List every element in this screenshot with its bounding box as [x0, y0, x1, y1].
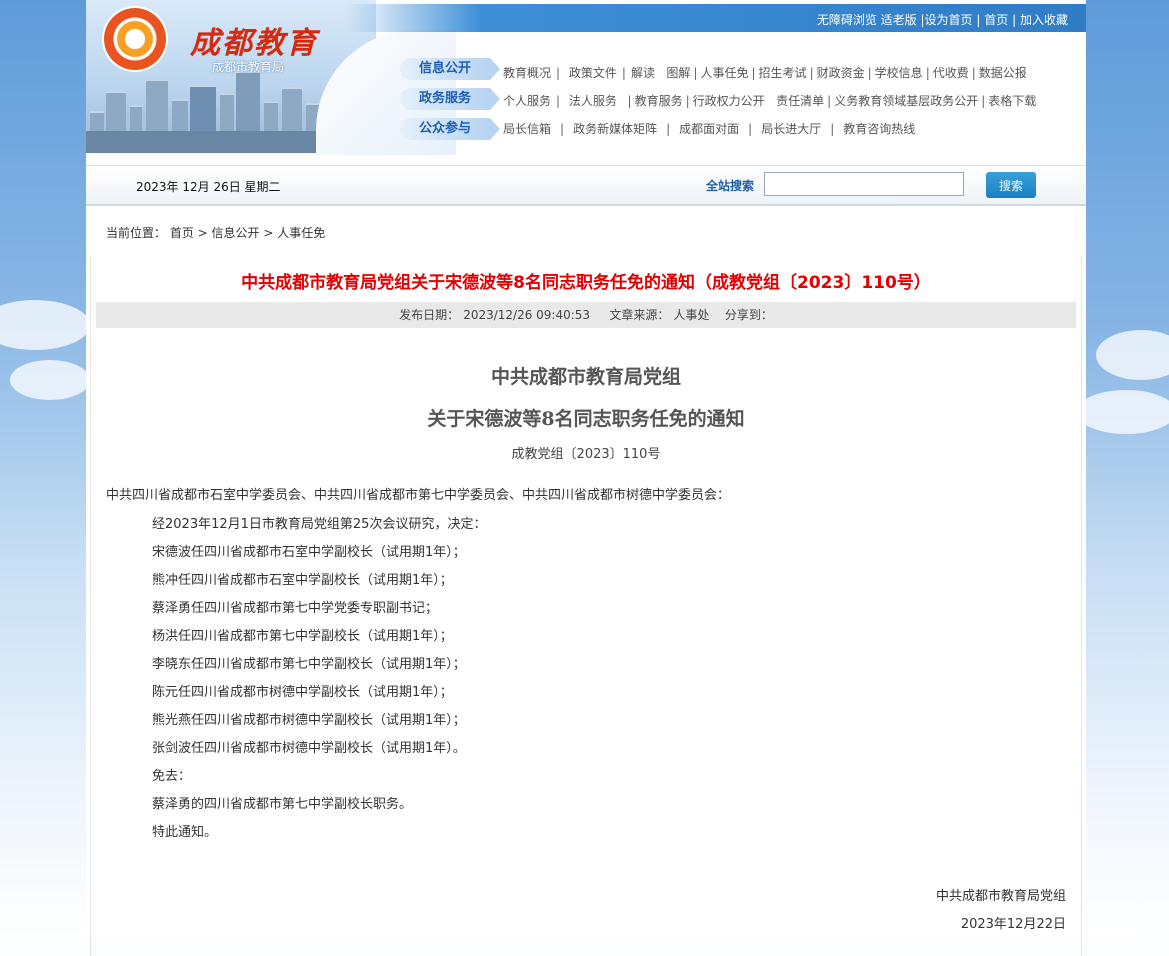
nav-row-public-participation: 局长信箱 | 政务新媒体矩阵 | 成都面对面 | 局长进大厅 | 教育咨询热线	[503, 122, 916, 136]
nav-link[interactable]: 教育概况	[503, 66, 551, 80]
document-signature: 中共成都市教育局党组	[935, 889, 1066, 904]
logo-title: 成都教育	[190, 26, 318, 61]
nav-link[interactable]: 代收费	[933, 66, 969, 80]
search-label: 全站搜索	[706, 179, 755, 193]
add-favorite-link[interactable]: 加入收藏	[1020, 13, 1068, 27]
nav-link[interactable]: 财政资金	[817, 66, 865, 80]
nav-link[interactable]: 表格下载	[988, 94, 1036, 108]
nav-link[interactable]: 图解	[666, 66, 690, 80]
document-paragraph: 免去：	[152, 769, 192, 784]
search-input[interactable]	[764, 172, 964, 196]
document-paragraph: 宋德波任四川省成都市石室中学副校长（试用期1年）；	[152, 545, 466, 560]
article-title: 中共成都市教育局党组关于宋德波等8名同志职务任免的通知（成教党组〔2023〕11…	[241, 273, 931, 293]
document-paragraph: 经2023年12月1日市教育局党组第25次会议研究，决定：	[152, 517, 487, 532]
document-paragraph: 陈元任四川省成都市树德中学副校长（试用期1年）；	[152, 685, 453, 700]
breadcrumb: 当前位置： 首页 > 信息公开 > 人事任免	[106, 226, 326, 240]
date-search-bar: 2023年 12月 26日 星期二 全站搜索 搜索	[86, 165, 1086, 206]
site-header: 成都教育 成都市教育局 无障碍浏览 适老版 |设为首页 | 首页 | 加入收藏 …	[86, 0, 1086, 165]
page-container: 成都教育 成都市教育局 无障碍浏览 适老版 |设为首页 | 首页 | 加入收藏 …	[86, 0, 1086, 956]
nav-link[interactable]: 义务教育领域基层政务公开	[834, 94, 978, 108]
nav-link[interactable]: 责任清单	[776, 94, 824, 108]
accessibility-link[interactable]: 无障碍浏览	[817, 13, 877, 27]
document-issuer: 中共成都市教育局党组	[490, 366, 681, 388]
document-paragraph: 熊冲任四川省成都市石室中学副校长（试用期1年）；	[152, 573, 453, 588]
document-paragraph: 李晓东任四川省成都市第七中学副校长（试用期1年）；	[152, 657, 466, 672]
publish-date: 2023/12/26 09:40:53	[463, 308, 591, 322]
nav-link[interactable]: 行政权力公开	[693, 94, 765, 108]
document-paragraph: 熊光燕任四川省成都市树德中学副校长（试用期1年）；	[152, 713, 466, 728]
breadcrumb-home[interactable]: 首页	[170, 226, 194, 240]
document-sign-date: 2023年12月22日	[960, 917, 1066, 932]
document-paragraph: 杨洪任四川省成都市第七中学副校长（试用期1年）；	[152, 629, 453, 644]
search-button[interactable]: 搜索	[986, 172, 1036, 198]
document-paragraph: 蔡泽勇的四川省成都市第七中学副校长职务。	[152, 797, 413, 812]
elder-mode-link[interactable]: 适老版	[881, 13, 917, 27]
nav-link[interactable]: 局长进大厅	[761, 122, 821, 136]
background-left	[0, 0, 90, 938]
nav-link[interactable]: 教育服务	[635, 94, 683, 108]
nav-link[interactable]: 法人服务	[569, 94, 617, 108]
nav-link[interactable]: 解读	[631, 66, 655, 80]
background-right	[1076, 0, 1169, 938]
nav-link[interactable]: 成都面对面	[679, 122, 739, 136]
nav-row-info-public: 教育概况 | 政策文件 | 解读 图解 | 人事任免 | 招生考试 | 财政资金 | 学校信息 | 代收费…	[503, 66, 1027, 80]
nav-link[interactable]: 教育咨询热线	[843, 122, 915, 136]
article-meta: 发布日期： 2023/12/26 09:40:53 文章来源： 人事处 分享到：	[96, 302, 1076, 328]
nav-link[interactable]: 招生考试	[759, 66, 807, 80]
document-title: 关于宋德波等8名同志职务任免的通知	[427, 408, 745, 430]
breadcrumb-personnel[interactable]: 人事任免	[277, 226, 325, 240]
tab-public-participation[interactable]: 公众参与	[400, 118, 500, 140]
document-paragraph: 张剑波任四川省成都市树德中学副校长（试用期1年）。	[152, 741, 466, 756]
nav-link[interactable]: 数据公报	[979, 66, 1027, 80]
logo-emblem	[104, 8, 166, 70]
nav-link[interactable]: 局长信箱	[503, 122, 551, 136]
document-addressee: 中共四川省成都市石室中学委员会、中共四川省成都市第七中学委员会、中共四川省成都市…	[106, 488, 731, 503]
document-paragraph: 蔡泽勇任四川省成都市第七中学党委专职副书记；	[152, 601, 439, 616]
document-paragraph: 特此通知。	[152, 825, 218, 840]
nav-link[interactable]: 个人服务	[503, 94, 551, 108]
logo-subtitle: 成都市教育局	[212, 60, 285, 74]
article-source: 人事处	[673, 308, 710, 322]
document-number: 成教党组〔2023〕110号	[511, 447, 661, 462]
share-label[interactable]: 分享到：	[723, 308, 775, 322]
nav-link[interactable]: 政策文件	[569, 66, 617, 80]
nav-link[interactable]: 人事任免	[700, 66, 748, 80]
set-homepage-link[interactable]: 设为首页	[925, 13, 973, 27]
tab-gov-service[interactable]: 政务服务	[400, 88, 500, 110]
nav-link[interactable]: 学校信息	[875, 66, 923, 80]
current-date: 2023年 12月 26日 星期二	[136, 180, 281, 194]
nav-link[interactable]: 政务新媒体矩阵	[573, 122, 657, 136]
home-link[interactable]: 首页	[984, 13, 1008, 27]
breadcrumb-info-public[interactable]: 信息公开	[212, 226, 260, 240]
top-links: 无障碍浏览 适老版 |设为首页 | 首页 | 加入收藏	[816, 13, 1068, 27]
tab-info-public[interactable]: 信息公开	[400, 58, 500, 80]
nav-row-gov-service: 个人服务 | 法人服务 | 教育服务 | 行政权力公开 责任清单 | 义务教育领域基层政务公…	[503, 94, 1037, 108]
